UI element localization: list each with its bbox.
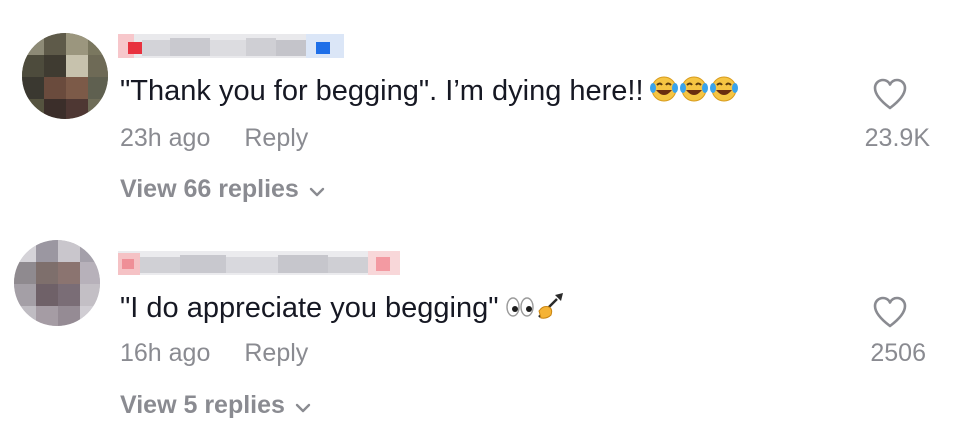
comment-text: "I do appreciate you begging" [120,291,569,329]
chevron-down-icon [295,403,311,412]
comment-item: "I do appreciate you begging" 16h ago Rep… [0,225,960,444]
comment-meta: 23h ago Reply [120,124,308,153]
laughing-crying-emoji-icon [649,74,740,112]
heart-icon[interactable] [873,296,907,330]
comment-time: 23h ago [120,124,211,152]
username-redacted[interactable] [118,30,344,60]
username-redacted[interactable] [118,247,400,277]
comment-meta: 16h ago Reply [120,339,308,368]
chevron-down-icon [309,187,325,196]
view-replies-button[interactable]: View 5 replies [120,391,311,420]
eyes-writing-hand-emoji-icon [505,291,569,329]
avatar[interactable] [14,240,100,326]
view-replies-label: View 5 replies [120,391,285,419]
reply-button[interactable]: Reply [244,339,308,367]
heart-icon[interactable] [873,78,907,112]
comment-time: 16h ago [120,339,211,367]
avatar[interactable] [22,33,108,119]
comment-item: "Thank you for begging". I’m dying here!… [0,0,960,225]
view-replies-label: View 66 replies [120,175,299,203]
like-count: 23.9K [864,124,930,152]
reply-button[interactable]: Reply [244,124,308,152]
like-count: 2506 [870,339,926,367]
comment-text: "Thank you for begging". I’m dying here!… [120,74,740,112]
view-replies-button[interactable]: View 66 replies [120,175,325,204]
